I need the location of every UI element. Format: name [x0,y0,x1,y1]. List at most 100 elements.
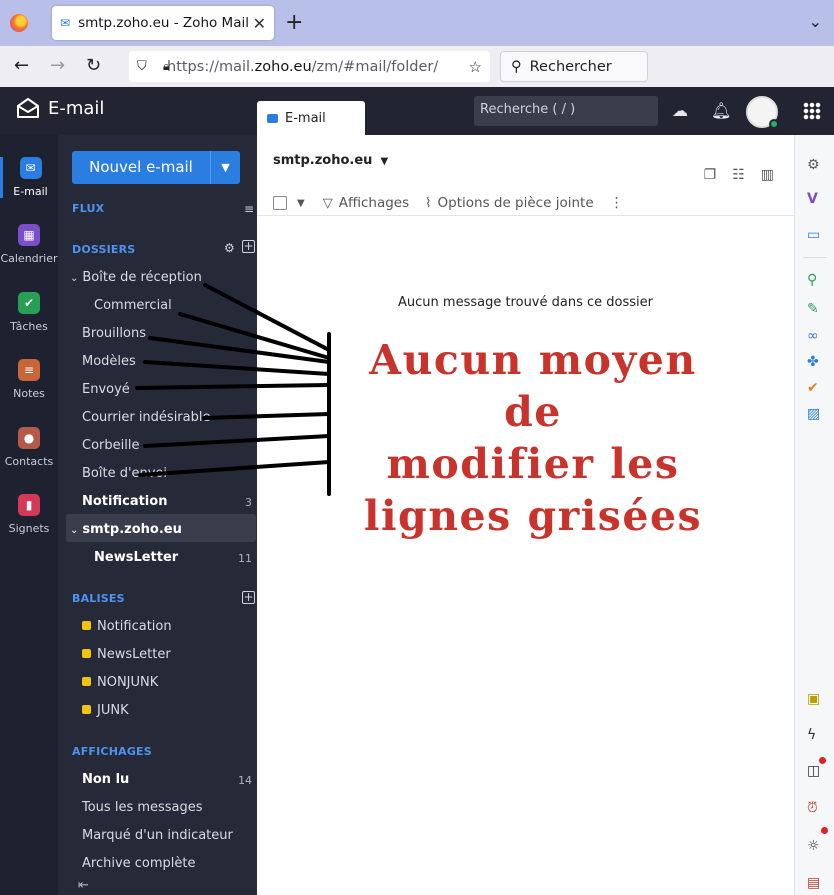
contacts-icon: ● [18,427,40,449]
mail-icon [267,113,278,123]
folder-sent[interactable]: Envoyé [82,382,130,397]
reload-icon[interactable]: ↻ [86,55,101,76]
notification-dot [821,827,828,834]
tag-label: NONJUNK [97,675,159,690]
browser-nav-bar: ← → ↻ ⛉ 🔒︎ https://mail.zoho.eu/zm/#mail… [0,46,834,87]
link-icon[interactable]: ∞ [807,328,819,344]
folder-templates[interactable]: Modèles [82,354,136,369]
bell-icon[interactable]: 🔔︎ [711,101,731,120]
plug-icon[interactable]: ⚲ [807,272,817,288]
select-all-checkbox[interactable] [273,196,287,210]
column-view-icon[interactable]: ▥ [761,167,774,183]
tag-item[interactable]: NewsLetter [82,647,171,662]
rail-label: Contacts [4,455,54,468]
rail-separator [803,257,827,258]
chat-icon[interactable]: ▤ [807,875,820,891]
collapse-sidebar-icon[interactable]: ⇤ [78,878,89,893]
tag-label: JUNK [97,703,129,718]
filter-settings-icon[interactable]: ≡ [244,202,254,216]
app-header: E-mail E-mail Recherche ( / ) ☁ 🔔︎ [0,87,834,135]
new-tab-plus-icon[interactable]: + [285,10,303,35]
firefox-icon[interactable] [10,14,28,32]
view-archive[interactable]: Archive complète [82,856,196,871]
view-flagged[interactable]: Marqué d'un indicateur [82,828,233,843]
paperclip-icon: ⌇ [425,195,432,211]
rail-item-calendar[interactable]: ▦ Calendrier [0,224,58,265]
brand-label: E-mail [48,97,105,119]
avatar[interactable] [746,96,779,129]
mail-tab[interactable]: E-mail [257,101,365,135]
edit-icon[interactable]: ✎ [807,301,819,317]
folder-label: Boîte de réception [82,270,202,285]
sticky-note-add-icon[interactable]: ▣ [807,691,820,707]
star-icon[interactable]: ☆ [469,58,482,76]
account-title[interactable]: smtp.zoho.eu ▼ [273,153,388,168]
idea-icon[interactable]: ☼ [807,838,820,854]
conversation-view-icon[interactable]: ❐ [704,167,717,183]
folder-trash[interactable]: Corbeille [82,438,139,453]
folder-notification[interactable]: Notification [82,494,167,509]
view-all-messages[interactable]: Tous les messages [82,800,203,815]
chevron-down-icon[interactable]: ⌄ [809,12,822,31]
app-search-input[interactable]: Recherche ( / ) [474,96,658,126]
vani-icon[interactable]: V [807,191,818,207]
more-options-icon[interactable]: ⋮ [610,195,624,211]
tab-title: smtp.zoho.eu - Zoho Mail [78,15,249,31]
folder-commercial[interactable]: Commercial [94,298,172,313]
folder-outbox[interactable]: Boîte d'envoi [82,466,167,481]
chevron-down-icon[interactable]: ▼ [210,151,240,184]
tag-item[interactable]: JUNK [82,703,129,718]
section-flux[interactable]: FLUX [72,202,104,215]
rail-item-notes[interactable]: ≡ Notes [0,359,58,400]
app-brand[interactable]: E-mail [16,97,104,119]
gear-icon[interactable]: ⚙ [807,157,820,173]
section-affichages[interactable]: AFFICHAGES [72,745,152,758]
apps-grid-icon[interactable] [803,102,821,120]
rail-label: Calendrier [0,252,58,265]
new-mail-button[interactable]: Nouvel e-mail ▼ [72,151,240,184]
list-view-icon[interactable]: ☷ [732,167,745,183]
window-icon[interactable]: ▭ [807,227,820,243]
puzzle-icon[interactable]: ✤ [807,354,819,370]
views-filter-button[interactable]: ▽ Affichages [323,195,409,211]
back-arrow-icon[interactable]: ← [14,55,29,76]
annotation-line-2: modifier les [386,440,680,488]
browser-search-bar[interactable]: ⚲ Rechercher [500,51,648,82]
attachment-options-button[interactable]: ⌇ Options de pièce jointe [425,195,593,211]
folder-inbox[interactable]: ⌄ Boîte de réception [70,270,202,285]
rail-item-tasks[interactable]: ✔ Tâches [0,292,58,333]
folder-spam[interactable]: Courrier indésirable [82,410,210,425]
tag-label: Notification [97,619,172,634]
lock-icon: 🔒︎ [163,59,170,73]
alarm-clock-icon[interactable]: ⏰︎ [807,800,818,816]
folder-drafts[interactable]: Brouillons [82,326,146,341]
envelope-icon: ✉ [60,16,71,30]
close-icon[interactable]: ✕ [253,14,266,33]
section-dossiers[interactable]: DOSSIERS [72,243,135,256]
rail-item-email[interactable]: ✉ E-mail [0,157,58,198]
chevron-down-icon[interactable]: ▼ [297,198,305,209]
browser-tab-bar: ✉ smtp.zoho.eu - Zoho Mail ✕ + ⌄ [0,0,834,46]
url-bar[interactable]: ⛉ 🔒︎ https://mail.zoho.eu/zm/#mail/folde… [129,51,490,82]
view-unread[interactable]: Non lu [82,772,129,787]
gear-icon[interactable]: ⚙ [224,241,235,255]
rail-item-contacts[interactable]: ● Contacts [0,427,58,468]
lightning-icon[interactable]: ϟ [807,727,816,743]
checklist-icon[interactable]: ✔ [807,380,819,396]
folder-newsletter[interactable]: NewsLetter [94,550,178,565]
tag-item[interactable]: Notification [82,619,172,634]
add-folder-icon[interactable]: + [242,240,255,253]
account-folder[interactable]: ⌄ smtp.zoho.eu [70,522,182,537]
chart-icon[interactable]: ▨ [807,406,820,422]
add-tag-icon[interactable]: + [242,591,255,604]
tag-item[interactable]: NONJUNK [82,675,158,690]
rail-item-bookmarks[interactable]: ▮ Signets [0,494,58,535]
filter-icon: ▽ [322,195,333,211]
message-toolbar: ▼ ▽ Affichages ⌇ Options de pièce jointe ⋮ [273,191,783,215]
tag-label: NewsLetter [97,647,171,662]
announcement-icon[interactable]: ◫ [807,763,820,779]
forward-arrow-icon[interactable]: → [50,55,65,76]
section-balises[interactable]: BALISES [72,592,125,605]
cloud-sync-icon[interactable]: ☁ [672,101,688,120]
browser-tab[interactable]: ✉ smtp.zoho.eu - Zoho Mail ✕ [52,6,274,40]
